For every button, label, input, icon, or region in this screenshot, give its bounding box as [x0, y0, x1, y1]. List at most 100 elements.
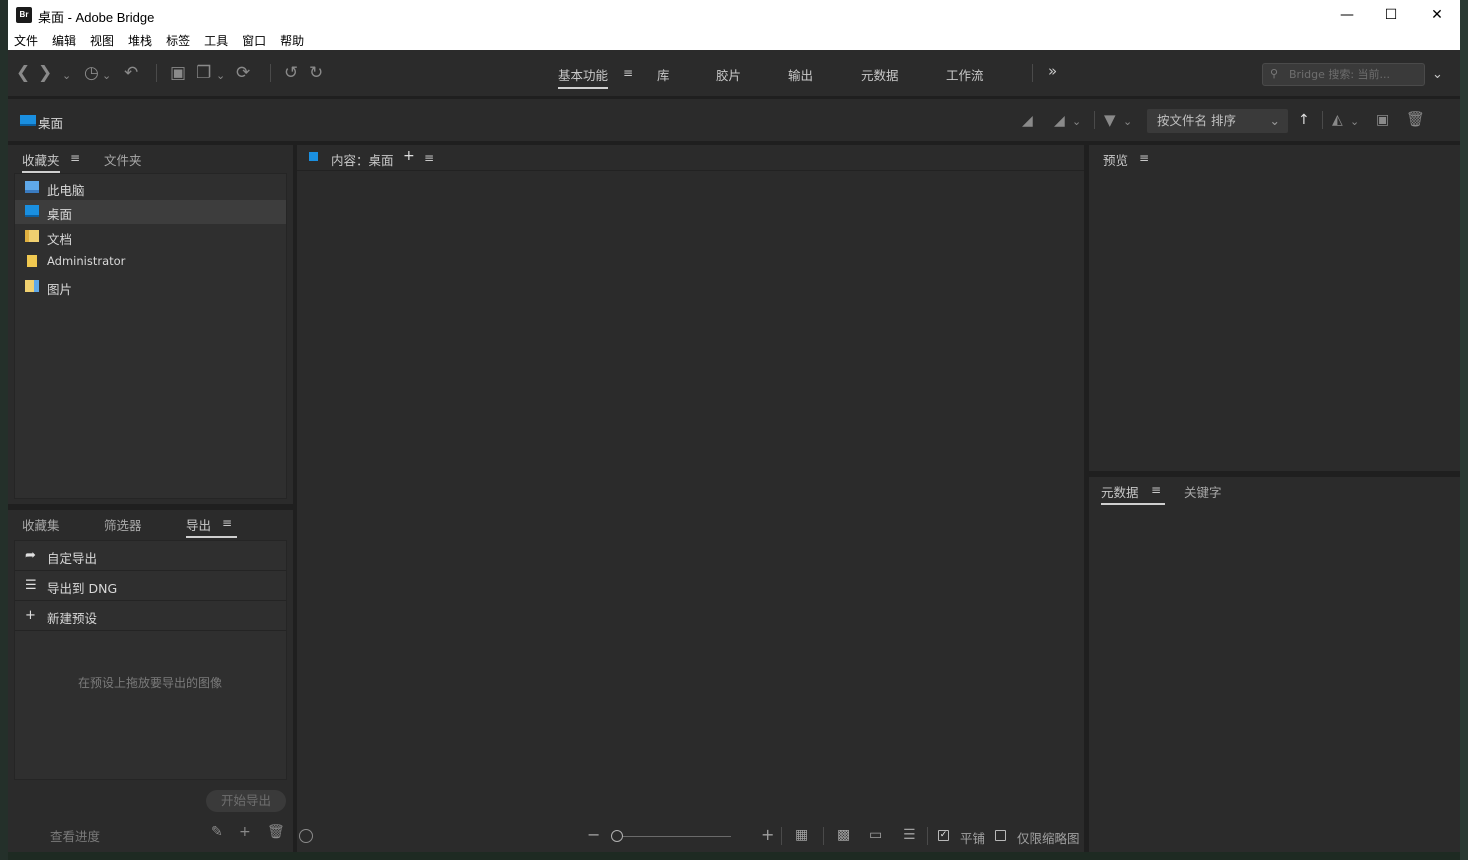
list-view-icon[interactable]: ☰ — [903, 827, 916, 843]
sidebar-item-label: 图片 — [47, 282, 73, 297]
tab-output[interactable]: 输出 — [788, 65, 813, 84]
details-view-icon[interactable]: ▭ — [869, 827, 882, 843]
refine-icon[interactable]: ⟳ — [236, 63, 250, 83]
list-item[interactable]: ➦ 自定导出 — [15, 541, 286, 571]
toolbar-divider — [1094, 111, 1095, 129]
pictures-icon — [25, 280, 39, 292]
menu-view[interactable]: 视图 — [90, 32, 114, 49]
list-item[interactable]: 文档 — [15, 225, 286, 249]
content-area[interactable] — [297, 171, 1084, 820]
filter-icon[interactable]: ▼ — [1104, 110, 1116, 130]
breadcrumb[interactable]: 桌面 — [38, 113, 63, 132]
chevron-down-icon[interactable]: ⌄ — [102, 66, 111, 86]
menu-icon[interactable]: ≡ — [623, 66, 633, 80]
copy-icon[interactable]: ❐ — [196, 63, 211, 83]
menu-stack[interactable]: 堆栈 — [128, 32, 152, 49]
thumbnail-slider-handle[interactable] — [611, 830, 623, 842]
chevron-down-icon: ⌄ — [1269, 113, 1280, 128]
zoom-out-icon[interactable]: − — [587, 825, 600, 844]
tab-preview[interactable]: 预览 — [1103, 150, 1128, 169]
chevron-down-icon[interactable]: ⌄ — [1432, 65, 1443, 85]
thumbnail-slider-track[interactable] — [621, 836, 731, 837]
toolbar-divider — [823, 827, 824, 845]
sort-ascending-icon[interactable]: ↑ — [1298, 110, 1310, 130]
chevron-down-icon[interactable]: ⌄ — [1350, 112, 1359, 132]
menu-icon[interactable]: ≡ — [70, 151, 80, 165]
export-panel: 收藏集 筛选器 导出 ≡ ➦ 自定导出 ☰ 导出到 DNG + 新建预设 在预设… — [8, 510, 293, 852]
start-export-button[interactable]: 开始导出 — [206, 790, 286, 812]
forward-icon[interactable]: ❯ — [38, 63, 52, 83]
menu-window[interactable]: 窗口 — [242, 32, 266, 49]
edit-icon[interactable]: ✎ — [211, 824, 223, 840]
rotate-left-icon[interactable]: ↺ — [284, 63, 298, 83]
tab-collections[interactable]: 收藏集 — [22, 515, 60, 534]
desktop-edge-left — [0, 0, 8, 860]
plus-icon: + — [25, 608, 36, 623]
rotate-right-icon[interactable]: ↻ — [309, 63, 323, 83]
sort-dropdown[interactable]: 按文件名 排序 ⌄ — [1147, 109, 1288, 133]
rating-filter-icon[interactable]: ◢ — [1022, 111, 1033, 131]
close-button[interactable]: ✕ — [1414, 0, 1460, 30]
toolbar-divider — [1032, 64, 1033, 82]
menu-icon[interactable]: ≡ — [424, 151, 434, 165]
sidebar-item-label: 桌面 — [47, 207, 73, 222]
panel-tabs: 内容：桌面 + ≡ — [297, 145, 1084, 171]
tab-essentials[interactable]: 基本功能 — [558, 65, 609, 89]
list-item[interactable]: + 新建预设 — [15, 601, 286, 631]
menu-icon[interactable]: ≡ — [1151, 483, 1161, 497]
recent-files-icon[interactable]: ◷ — [84, 63, 99, 83]
toolbar-divider — [270, 64, 271, 82]
new-folder-icon[interactable]: ▣ — [1376, 110, 1389, 130]
back-icon[interactable]: ❮ — [16, 63, 30, 83]
thumbs-only-checkbox[interactable] — [995, 830, 1006, 841]
menu-help[interactable]: 帮助 — [280, 32, 304, 49]
menu-icon[interactable]: ≡ — [1139, 151, 1149, 165]
tab-libraries[interactable]: 库 — [657, 65, 670, 84]
menu-tools[interactable]: 工具 — [204, 32, 228, 49]
more-workspaces-icon[interactable]: » — [1048, 62, 1057, 80]
add-icon[interactable]: + — [403, 148, 415, 164]
list-item[interactable]: 图片 — [15, 275, 286, 299]
tab-folders[interactable]: 文件夹 — [104, 150, 142, 169]
tile-checkbox[interactable]: ✓ — [938, 830, 949, 841]
list-item[interactable]: 此电脑 — [15, 176, 286, 200]
zoom-in-icon[interactable]: + — [761, 825, 774, 844]
chevron-down-icon[interactable]: ⌄ — [1123, 112, 1132, 132]
grid-lock-icon[interactable]: ▦ — [795, 827, 808, 843]
minimize-button[interactable]: — — [1324, 0, 1370, 30]
menu-label[interactable]: 标签 — [166, 32, 190, 49]
thumbnail-view-icon[interactable]: ▩ — [837, 827, 850, 843]
maximize-button[interactable]: ☐ — [1368, 0, 1414, 30]
menu-file[interactable]: 文件 — [14, 32, 38, 49]
chevron-down-icon[interactable]: ⌄ — [1072, 112, 1081, 132]
add-icon[interactable]: + — [239, 824, 251, 840]
view-progress-link[interactable]: 查看进度 — [50, 826, 100, 845]
panel-tabs: 收藏夹 ≡ 文件夹 — [8, 145, 293, 173]
camera-icon[interactable]: ▣ — [170, 63, 186, 83]
search-icon: ⚲ — [1270, 67, 1279, 80]
list-item[interactable]: Administrator — [15, 250, 286, 274]
open-recent-icon[interactable]: ◭ — [1332, 110, 1343, 130]
return-to-photoshop-icon[interactable]: ↶ — [124, 63, 138, 83]
desktop-edge-right — [1460, 0, 1468, 860]
search-input[interactable]: Bridge 搜索: 当前... — [1262, 63, 1425, 86]
trash-icon[interactable]: 🗑 — [267, 824, 285, 840]
tab-metadata[interactable]: 元数据 — [861, 65, 899, 84]
panel-tabs: 收藏集 筛选器 导出 ≡ — [8, 510, 293, 538]
list-item[interactable]: ☰ 导出到 DNG — [15, 571, 286, 601]
tab-filmstrip[interactable]: 胶片 — [716, 65, 741, 84]
sidebar-item-label: 此电脑 — [47, 183, 85, 198]
chevron-down-icon[interactable]: ⌄ — [62, 66, 71, 86]
export-item-label: 导出到 DNG — [47, 581, 118, 596]
tab-keywords[interactable]: 关键字 — [1184, 482, 1222, 501]
list-item[interactable]: 桌面 — [15, 200, 286, 224]
tab-favorites[interactable]: 收藏夹 — [22, 150, 60, 173]
tab-workflow[interactable]: 工作流 — [946, 65, 984, 84]
trash-icon[interactable]: 🗑 — [1406, 109, 1425, 129]
user-folder-icon — [27, 255, 37, 267]
menu-icon[interactable]: ≡ — [222, 516, 232, 530]
quality-icon[interactable]: ◢ — [1054, 111, 1065, 131]
tab-filter[interactable]: 筛选器 — [104, 515, 142, 534]
chevron-down-icon[interactable]: ⌄ — [216, 66, 225, 86]
menu-edit[interactable]: 编辑 — [52, 32, 76, 49]
